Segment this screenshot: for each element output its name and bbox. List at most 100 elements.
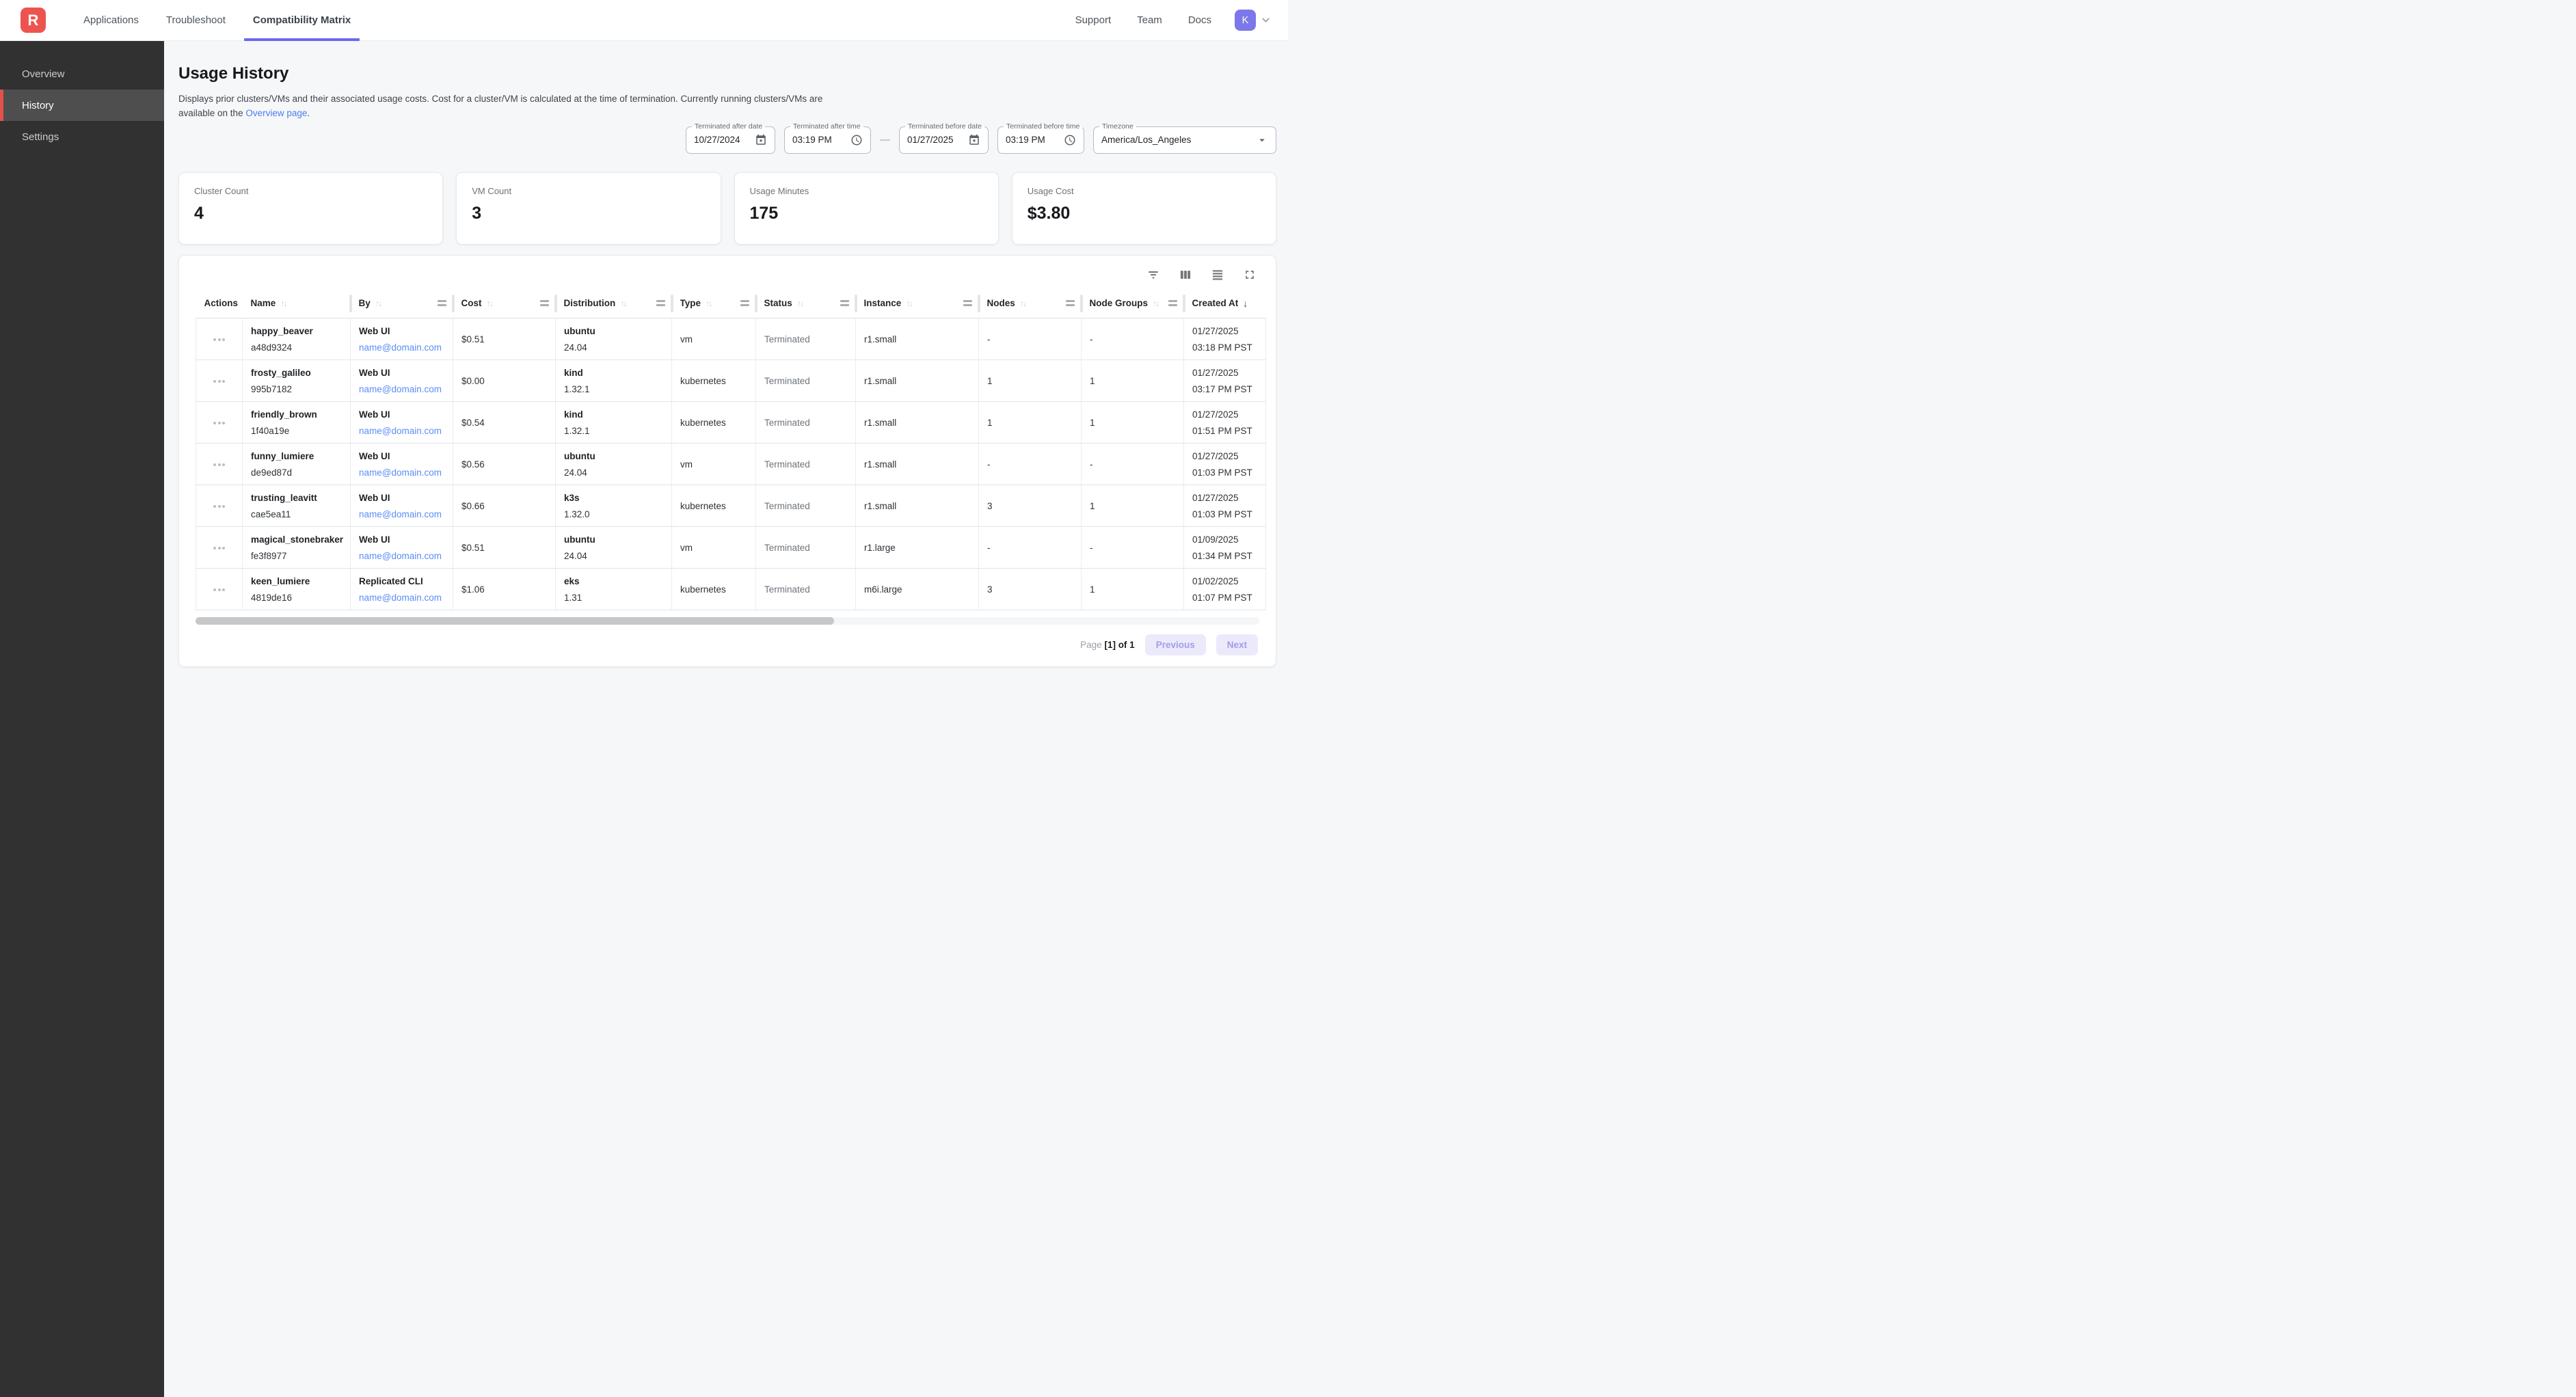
cost-cell: $0.56 xyxy=(453,444,556,485)
sort-icon[interactable]: ↑↓ xyxy=(487,299,494,308)
horizontal-scrollbar-track[interactable] xyxy=(196,617,1259,625)
sort-icon[interactable]: ↑↓ xyxy=(706,299,713,308)
sidebar-item-overview[interactable]: Overview xyxy=(0,58,164,90)
nodes-cell: - xyxy=(979,527,1082,569)
status-badge: Terminated xyxy=(764,501,810,511)
clock-icon[interactable] xyxy=(1064,134,1076,146)
created-by-email-link[interactable]: name@domain.com xyxy=(359,384,450,394)
cluster-name: keen_lumiere xyxy=(251,576,347,586)
tab-applications[interactable]: Applications xyxy=(75,0,148,40)
created-by-email-link[interactable]: name@domain.com xyxy=(359,342,450,353)
avatar[interactable]: K xyxy=(1235,10,1256,31)
column-menu-icon[interactable] xyxy=(438,300,446,306)
column-menu-icon[interactable] xyxy=(740,300,749,306)
created-at-cell: 01/27/2025 03:18 PM PST xyxy=(1184,318,1266,360)
type-value: kubernetes xyxy=(680,501,726,511)
row-actions-button[interactable] xyxy=(211,459,228,470)
sort-icon[interactable]: ↑↓ xyxy=(620,299,628,308)
status-cell: Terminated xyxy=(756,527,856,569)
column-header[interactable]: Nodes ↑↓ xyxy=(979,288,1082,318)
created-time: 01:34 PM PST xyxy=(1192,551,1263,561)
horizontal-scrollbar-thumb[interactable] xyxy=(196,617,834,625)
column-header[interactable]: Instance ↑↓ xyxy=(856,288,979,318)
created-by-email-link[interactable]: name@domain.com xyxy=(359,509,450,519)
cost-value: $1.06 xyxy=(461,584,485,595)
row-actions-button[interactable] xyxy=(211,584,228,595)
timezone-select[interactable]: Timezone America/Los_Angeles xyxy=(1093,126,1276,154)
replicated-logo[interactable]: R xyxy=(21,8,46,33)
chevron-down-icon[interactable] xyxy=(1260,14,1272,26)
column-header[interactable]: Name ↑↓ xyxy=(243,288,351,318)
status-badge: Terminated xyxy=(764,376,810,386)
dropdown-caret-icon[interactable] xyxy=(1256,134,1268,146)
table-row: magical_stonebraker fe3f8977 Web UI name… xyxy=(196,527,1266,569)
row-actions-button[interactable] xyxy=(211,418,228,429)
sort-icon[interactable]: ↑↓ xyxy=(1153,299,1160,308)
density-icon[interactable] xyxy=(1211,268,1224,282)
docs-link[interactable]: Docs xyxy=(1188,14,1211,26)
column-header[interactable]: Type ↑↓ xyxy=(672,288,756,318)
distribution-name: kind xyxy=(564,409,669,420)
column-header-label: Cost xyxy=(461,298,482,308)
calendar-icon[interactable] xyxy=(755,134,767,146)
created-by-email-link[interactable]: name@domain.com xyxy=(359,467,450,478)
sidebar-item-history[interactable]: History xyxy=(0,90,164,121)
column-menu-icon[interactable] xyxy=(840,300,849,306)
column-header[interactable]: By ↑↓ xyxy=(351,288,453,318)
terminated-before-time-field[interactable]: Terminated before time 03:19 PM xyxy=(997,126,1084,154)
sort-icon[interactable]: ↑↓ xyxy=(1020,299,1028,308)
terminated-after-date-field[interactable]: Terminated after date 10/27/2024 xyxy=(686,126,775,154)
calendar-icon[interactable] xyxy=(968,134,980,146)
created-by-source: Web UI xyxy=(359,409,450,420)
created-date: 01/02/2025 xyxy=(1192,576,1263,586)
previous-button[interactable]: Previous xyxy=(1145,634,1206,655)
columns-icon[interactable] xyxy=(1179,268,1192,282)
column-menu-icon[interactable] xyxy=(1168,300,1177,306)
column-header[interactable]: Actions xyxy=(196,288,243,318)
filter-icon[interactable] xyxy=(1146,268,1160,282)
created-at-cell: 01/27/2025 01:03 PM PST xyxy=(1184,485,1266,527)
sidebar-item-settings[interactable]: Settings xyxy=(0,121,164,152)
sort-icon[interactable]: ↑↓ xyxy=(797,299,805,308)
instance-value: r1.large xyxy=(864,543,896,553)
overview-page-link[interactable]: Overview page xyxy=(245,108,307,118)
sort-icon[interactable]: ↑↓ xyxy=(906,299,913,308)
sort-icon[interactable]: ↑↓ xyxy=(375,299,383,308)
terminated-before-date-field[interactable]: Terminated before date 01/27/2025 xyxy=(899,126,989,154)
sort-desc-icon[interactable]: ↓ xyxy=(1243,298,1248,309)
created-at-cell: 01/27/2025 01:51 PM PST xyxy=(1184,402,1266,444)
terminated-after-time-field[interactable]: Terminated after time 03:19 PM xyxy=(784,126,871,154)
tab-compatibility-matrix[interactable]: Compatibility Matrix xyxy=(244,0,360,40)
stat-value: 175 xyxy=(750,204,983,223)
column-menu-icon[interactable] xyxy=(963,300,972,306)
created-by-email-link[interactable]: name@domain.com xyxy=(359,551,450,561)
column-header[interactable]: Created At ↓ xyxy=(1184,288,1266,318)
column-header[interactable]: Node Groups ↑↓ xyxy=(1082,288,1184,318)
column-menu-icon[interactable] xyxy=(540,300,549,306)
column-menu-icon[interactable] xyxy=(1066,300,1075,306)
row-actions-button[interactable] xyxy=(211,334,228,345)
instance-cell: r1.small xyxy=(856,485,979,527)
instance-value: r1.small xyxy=(864,418,896,428)
column-menu-icon[interactable] xyxy=(656,300,665,306)
tab-troubleshoot[interactable]: Troubleshoot xyxy=(157,0,234,40)
row-actions-button[interactable] xyxy=(211,501,228,512)
support-link[interactable]: Support xyxy=(1075,14,1112,26)
column-header-label: Instance xyxy=(864,298,902,308)
row-actions-button[interactable] xyxy=(211,376,228,387)
stat-label: Usage Cost xyxy=(1028,186,1261,196)
sort-icon[interactable]: ↑↓ xyxy=(280,299,288,308)
row-actions-button[interactable] xyxy=(211,543,228,554)
column-header[interactable]: Cost ↑↓ xyxy=(453,288,556,318)
clock-icon[interactable] xyxy=(850,134,863,146)
fullscreen-icon[interactable] xyxy=(1243,268,1257,282)
next-button[interactable]: Next xyxy=(1216,634,1258,655)
column-header[interactable]: Distribution ↑↓ xyxy=(556,288,672,318)
stat-label: VM Count xyxy=(472,186,705,196)
column-header[interactable]: Status ↑↓ xyxy=(756,288,856,318)
created-by-email-link[interactable]: name@domain.com xyxy=(359,593,450,603)
created-by-email-link[interactable]: name@domain.com xyxy=(359,426,450,436)
distribution-cell: kind 1.32.1 xyxy=(556,402,672,444)
team-link[interactable]: Team xyxy=(1137,14,1162,26)
page-indicator-value: [1] of 1 xyxy=(1104,640,1134,650)
